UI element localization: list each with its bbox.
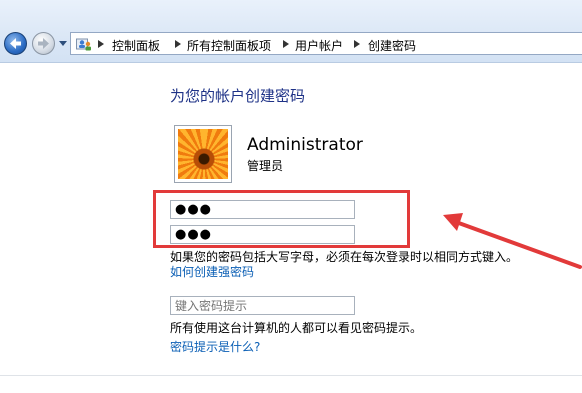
page-title: 为您的帐户创建密码 xyxy=(170,87,306,105)
triangle-right-icon xyxy=(283,40,289,48)
address-bar[interactable]: 控制面板 所有控制面板项 用户帐户 创建密码 xyxy=(70,32,582,55)
password-hint-input[interactable] xyxy=(170,296,355,315)
back-button[interactable] xyxy=(4,32,27,55)
user-avatar xyxy=(174,125,232,183)
users-control-panel-icon xyxy=(76,38,91,51)
user-name: Administrator xyxy=(247,135,363,155)
annotation-arrow xyxy=(443,213,582,269)
password-hint-help-link[interactable]: 密码提示是什么? xyxy=(170,338,260,355)
breadcrumb-item[interactable]: 控制面板 xyxy=(112,37,160,54)
user-role: 管理员 xyxy=(247,159,284,173)
triangle-right-icon xyxy=(175,40,181,48)
divider xyxy=(0,375,582,376)
triangle-right-icon xyxy=(354,40,360,48)
breadcrumb-item[interactable]: 所有控制面板项 xyxy=(187,37,271,54)
breadcrumb-item[interactable]: 创建密码 xyxy=(368,37,416,54)
back-arrow-icon xyxy=(10,38,21,49)
breadcrumb-item[interactable]: 用户帐户 xyxy=(295,37,343,54)
forward-button[interactable] xyxy=(32,32,55,55)
flower-avatar-image xyxy=(178,129,228,179)
chevron-down-icon[interactable] xyxy=(58,40,68,48)
hint-visibility-note: 所有使用这台计算机的人都可以看见密码提示。 xyxy=(170,321,423,335)
forward-arrow-icon xyxy=(38,38,49,49)
triangle-right-icon xyxy=(98,40,104,48)
strong-password-link[interactable]: 如何创建强密码 xyxy=(170,263,254,280)
annotation-highlight-box xyxy=(153,190,410,248)
navigation-bar: 控制面板 所有控制面板项 用户帐户 创建密码 xyxy=(0,0,582,63)
